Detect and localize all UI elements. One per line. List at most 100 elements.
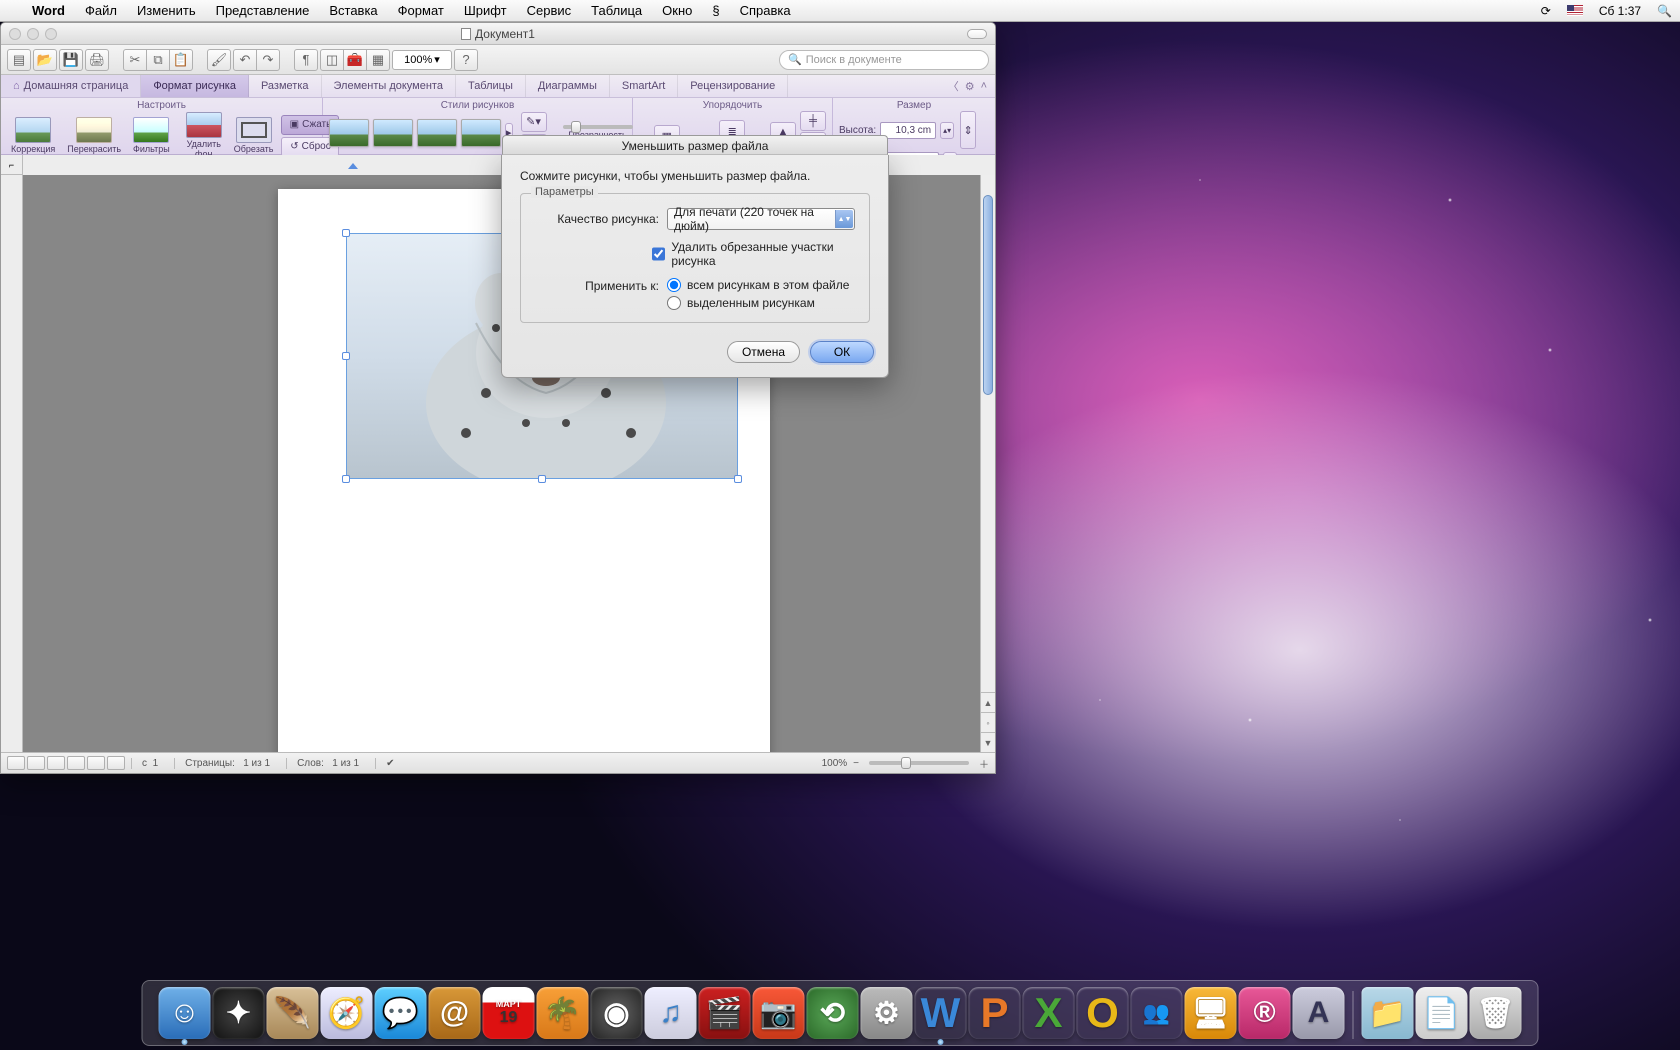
help-button[interactable]: ? [454,49,478,71]
show-marks-button[interactable]: ¶ [294,49,318,71]
redo-button[interactable]: ↷ [256,49,280,71]
format-painter-button[interactable]: 🖌 [207,49,231,71]
menu-edit[interactable]: Изменить [127,0,206,22]
time-machine-icon[interactable]: ⟳ [1533,4,1559,18]
zoom-out-button[interactable]: − [853,758,859,769]
dock-excel[interactable]: X [1023,987,1075,1039]
align-button[interactable]: ╪ [800,111,826,131]
crop-button[interactable]: Обрезать [230,116,278,155]
dock-powerpoint[interactable]: P [969,987,1021,1039]
ribbon-gear-icon[interactable]: ⚙ [965,80,975,93]
menubar-clock[interactable]: Сб 1:37 [1591,4,1649,18]
view-outline-button[interactable] [27,756,45,770]
dock-messenger[interactable]: 👥 [1131,987,1183,1039]
recolor-button[interactable]: Перекрасить [63,116,125,155]
resize-handle-tl[interactable] [342,229,350,237]
apply-all-radio-input[interactable] [667,278,681,292]
menu-format[interactable]: Формат [388,0,454,22]
apply-all-radio[interactable]: всем рисункам в этом файле [667,278,849,292]
view-publish-button[interactable] [47,756,65,770]
tab-tables[interactable]: Таблицы [456,75,526,97]
close-button[interactable] [9,28,21,40]
undo-button[interactable]: ↶ [233,49,257,71]
vertical-scrollbar[interactable]: ▲ ◦ ▼ [980,175,995,752]
quality-select[interactable]: Для печати (220 точек на дюйм) ▲▼ [667,208,855,230]
search-field[interactable]: 🔍Поиск в документе [779,50,989,70]
picture-styles-gallery[interactable] [329,119,501,147]
tab-review[interactable]: Рецензирование [678,75,788,97]
dock-itunes[interactable]: ♫ [645,987,697,1039]
dock-communicator[interactable]: ® [1239,987,1291,1039]
view-notebook-button[interactable] [87,756,105,770]
filters-button[interactable]: Фильтры [129,116,174,155]
spotlight-icon[interactable]: 🔍 [1649,4,1680,18]
prev-page-button[interactable]: ▲ [981,692,995,712]
menu-window[interactable]: Окно [652,0,702,22]
dock-iphoto[interactable]: 🌴 [537,987,589,1039]
dock-trash[interactable]: 🗑 [1470,987,1522,1039]
border-button[interactable]: ✎▾ [521,112,547,132]
app-menu[interactable]: Word [22,0,75,22]
menu-insert[interactable]: Вставка [319,0,387,22]
dock-frontrow[interactable]: 🎬 [699,987,751,1039]
minimize-button[interactable] [27,28,39,40]
status-spellcheck[interactable]: ✔ [375,758,404,769]
ok-button[interactable]: ОК [810,341,874,363]
tab-smartart[interactable]: SmartArt [610,75,678,97]
browse-object-button[interactable]: ◦ [981,712,995,732]
cut-button[interactable]: ✂ [123,49,147,71]
tab-doc-elements[interactable]: Элементы документа [322,75,456,97]
tab-charts[interactable]: Диаграммы [526,75,610,97]
zoom-slider[interactable] [869,761,969,765]
dock-timemachine[interactable]: ⟲ [807,987,859,1039]
dock-documents-stack[interactable]: 📁 [1362,987,1414,1039]
ribbon-up-icon[interactable]: ˄ [981,80,987,92]
zoom-button[interactable] [45,28,57,40]
dock-dvdplayer[interactable]: ◉ [591,987,643,1039]
indent-marker[interactable] [348,163,360,173]
status-column[interactable]: с 1 [131,758,168,769]
dock-sysprefs[interactable]: ⚙ [861,987,913,1039]
dock-finder[interactable]: ☺ [159,987,211,1039]
dock-ical[interactable]: МАРТ19 [483,987,535,1039]
input-source-flag[interactable] [1559,5,1591,16]
tab-layout[interactable]: Разметка [249,75,322,97]
status-words[interactable]: Слов: 1 из 1 [286,758,369,769]
view-fullscreen-button[interactable] [107,756,125,770]
view-draft-button[interactable] [7,756,25,770]
menu-script[interactable]: § [702,0,729,22]
zoom-in-button[interactable]: ＋ [979,756,989,771]
menu-table[interactable]: Таблица [581,0,652,22]
titlebar[interactable]: Документ1 [1,23,995,45]
copy-button[interactable]: ⧉ [146,49,170,71]
dock-downloads-stack[interactable]: 📄 [1416,987,1468,1039]
gallery-button[interactable]: ▦ [366,49,390,71]
corrections-button[interactable]: Коррекция [7,116,59,155]
view-print-button[interactable] [67,756,85,770]
resize-handle-bl[interactable] [342,475,350,483]
ribbon-collapse-icon[interactable]: 〈 [948,78,959,94]
resize-handle-br[interactable] [734,475,742,483]
dock-reader[interactable]: 🪶 [267,987,319,1039]
menu-help[interactable]: Справка [730,0,801,22]
dock-photobooth[interactable]: 📷 [753,987,805,1039]
dock-ichat[interactable]: 💬 [375,987,427,1039]
dock-appstore[interactable]: A [1293,987,1345,1039]
menu-view[interactable]: Представление [206,0,320,22]
dock-safari[interactable]: 🧭 [321,987,373,1039]
apply-selected-radio-input[interactable] [667,296,681,310]
status-pages[interactable]: Страницы: 1 из 1 [174,758,280,769]
print-button[interactable]: 🖨 [85,49,109,71]
apply-selected-radio[interactable]: выделенным рисункам [667,296,849,310]
toolbox-button[interactable]: 🧰 [343,49,367,71]
save-button[interactable]: 💾 [59,49,83,71]
toolbar-toggle-pill[interactable] [967,29,987,39]
sidebar-button[interactable]: ◫ [320,49,344,71]
tab-picture-format[interactable]: Формат рисунка [141,75,249,97]
next-page-button[interactable]: ▼ [981,732,995,752]
zoom-combo[interactable]: 100% ▾ [392,50,452,70]
dock-dashboard[interactable]: ✦ [213,987,265,1039]
delete-cropped-checkbox[interactable]: Удалить обрезанные участки рисунка [652,240,855,268]
resize-handle-l[interactable] [342,352,350,360]
menu-file[interactable]: Файл [75,0,127,22]
